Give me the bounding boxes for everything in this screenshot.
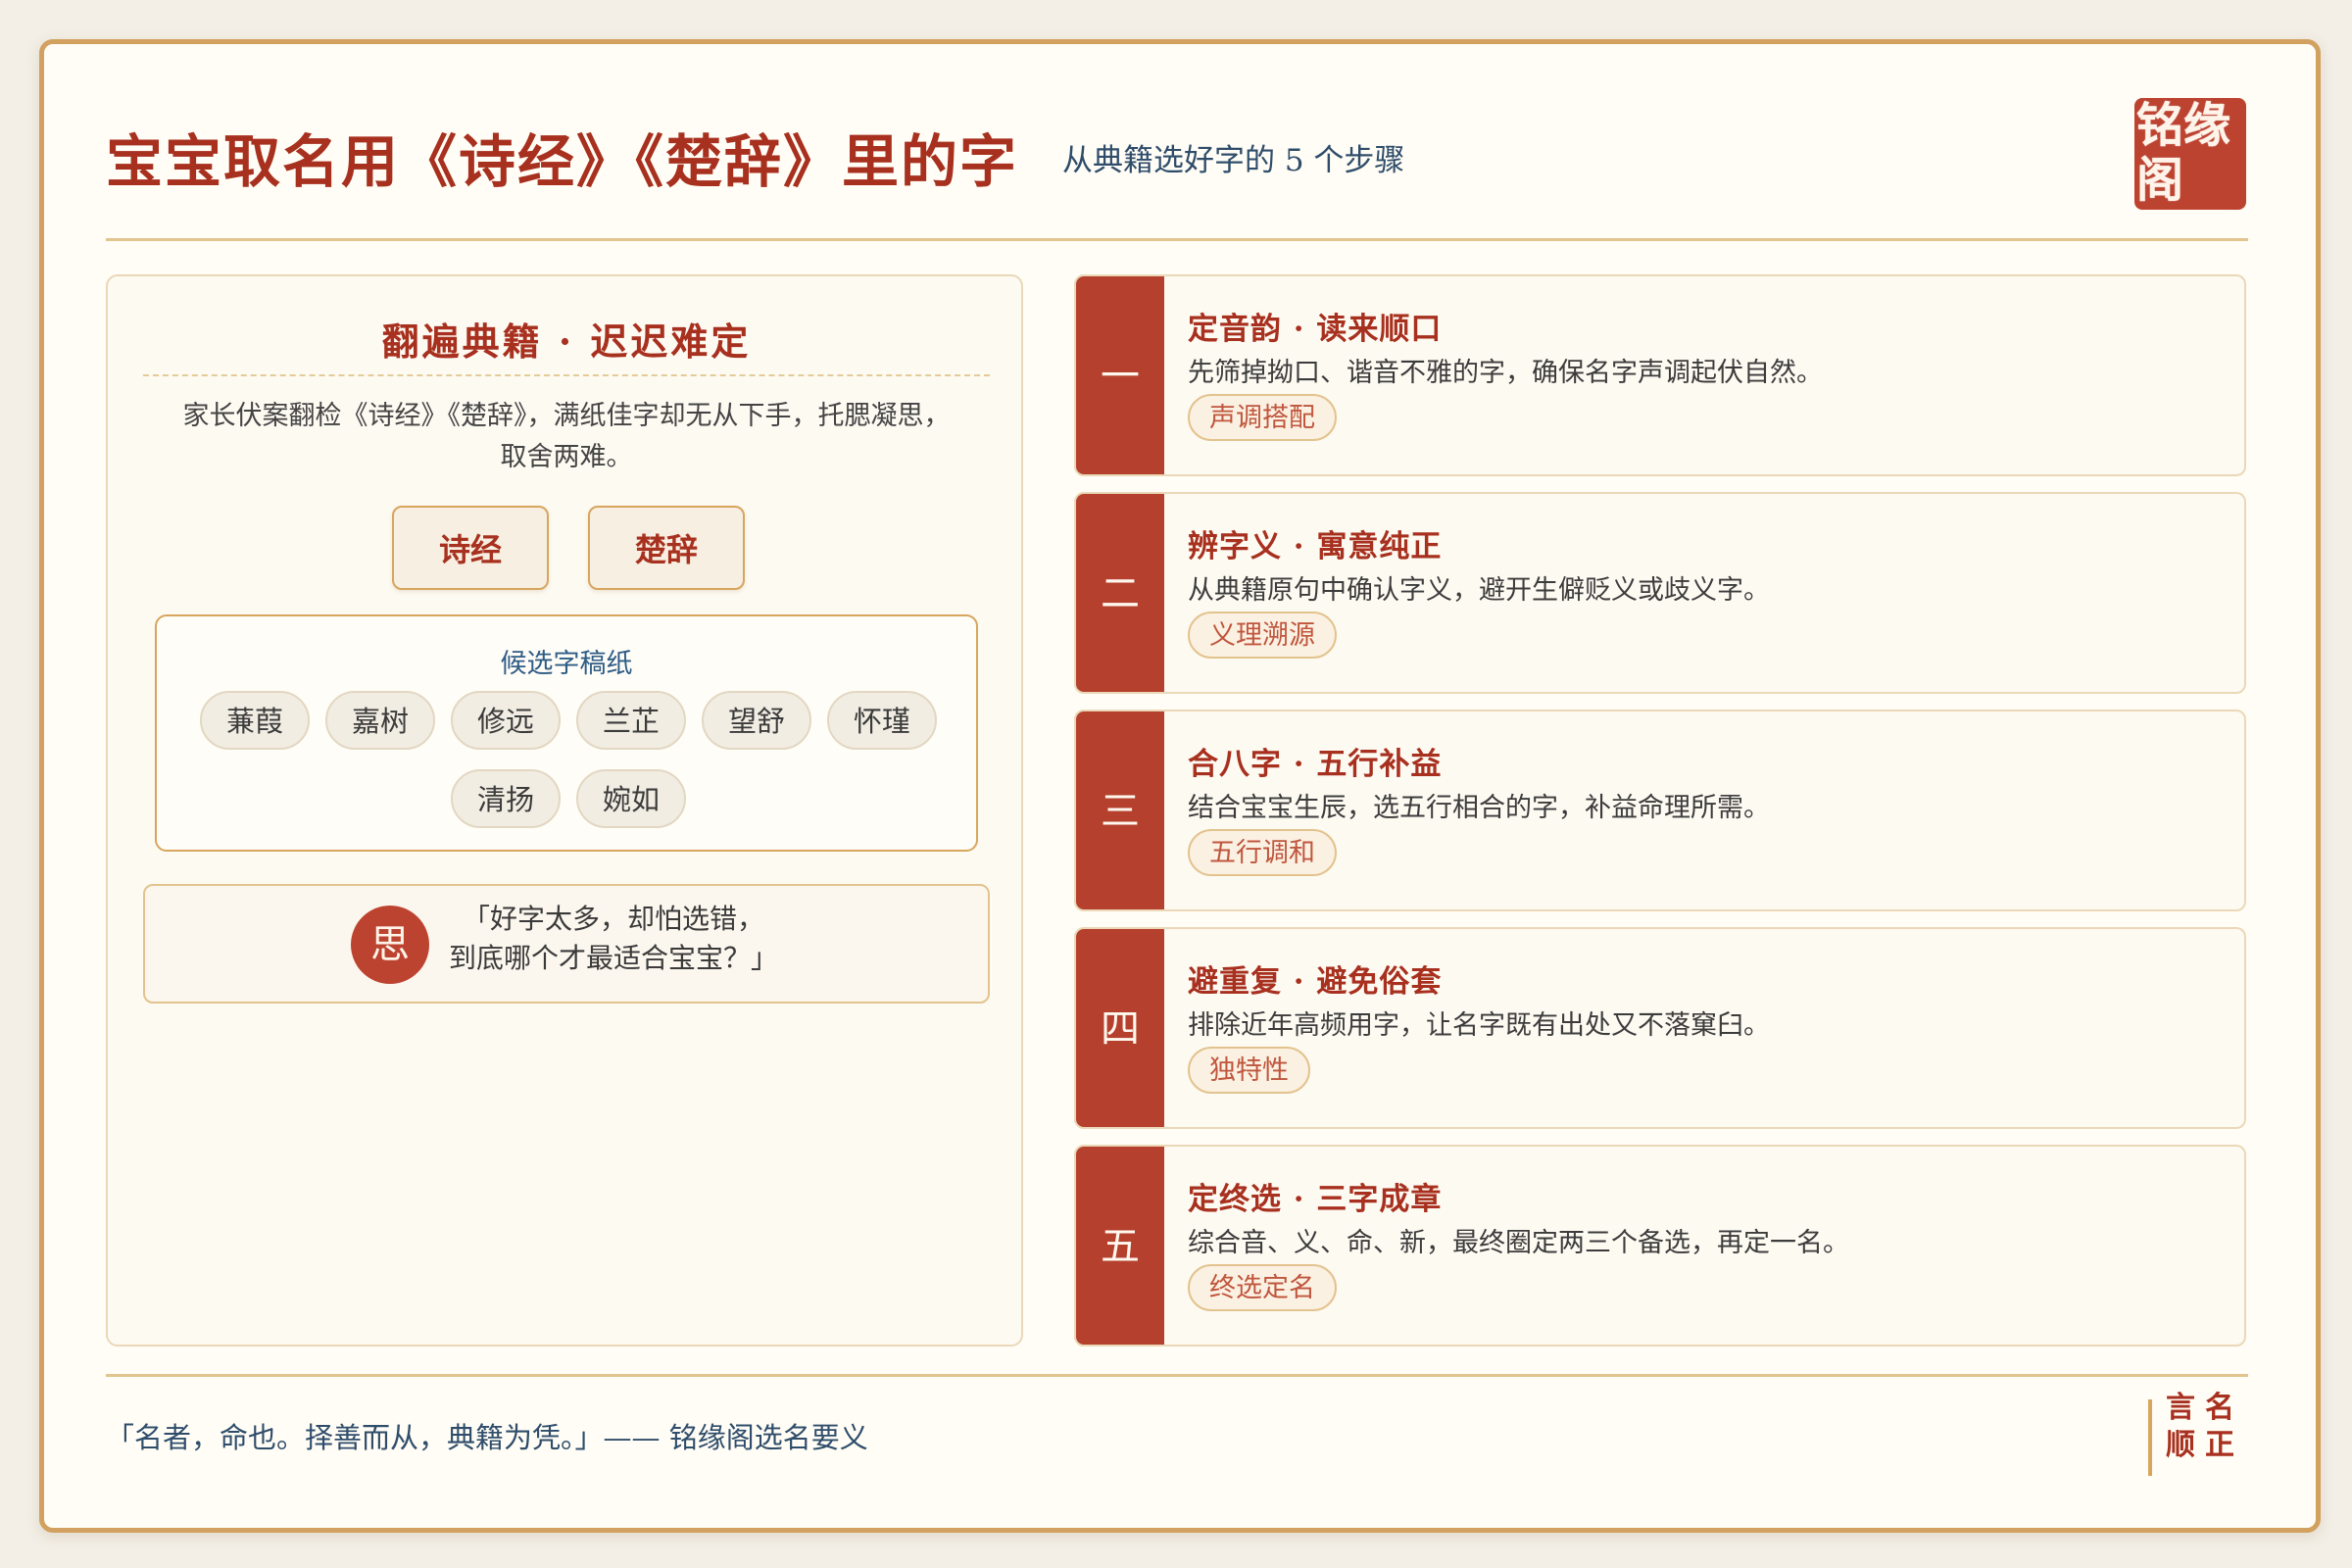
brand-seal: 铭缘阁 xyxy=(2134,98,2246,210)
footer-seal: 言名 顺正 xyxy=(2166,1390,2248,1464)
header-divider xyxy=(106,238,2248,241)
thought-quote-line2: 到底哪个才最适合宝宝？」 xyxy=(449,942,779,974)
step-description: 先筛掉拗口、谐音不雅的字，确保名字声调起伏自然。 xyxy=(1188,358,1823,388)
candidate-chip: 婉如 xyxy=(576,769,686,828)
scene-description-line1: 家长伏案翻检《诗经》《楚辞》，满纸佳字却无从下手，托腮凝思， xyxy=(182,401,951,431)
step-number: 一 xyxy=(1076,276,1164,474)
footer-seal-row1: 言名 xyxy=(2166,1391,2244,1425)
step-number: 四 xyxy=(1076,929,1164,1127)
page-title: 宝宝取名用《诗经》《楚辞》里的字 xyxy=(106,128,1019,195)
step-title: 合八字 · 五行补益 xyxy=(1188,747,1443,782)
step-tag: 五行调和 xyxy=(1188,829,1337,876)
scene-divider xyxy=(143,374,990,376)
scene-title: 翻遍典籍 · 迟迟难定 xyxy=(381,319,752,364)
step-tag: 终选定名 xyxy=(1188,1264,1337,1311)
scene-description-line2: 取舍两难。 xyxy=(500,442,633,472)
draft-title: 候选字稿纸 xyxy=(500,649,633,679)
thinking-icon: 思 xyxy=(351,906,429,984)
step-card-4: 四 避重复 · 避免俗套 排除近年高频用字，让名字既有出处又不落窠臼。 独特性 xyxy=(1074,927,2246,1129)
step-description: 结合宝宝生辰，选五行相合的字，补益命理所需。 xyxy=(1188,793,1770,823)
candidate-chip: 望舒 xyxy=(702,691,811,750)
step-title: 避重复 · 避免俗套 xyxy=(1188,964,1443,1000)
step-description: 综合音、义、命、新，最终圈定两三个备选，再定一名。 xyxy=(1188,1228,1849,1258)
candidate-chip: 蒹葭 xyxy=(200,691,310,750)
step-card-5: 五 定终选 · 三字成章 综合音、义、命、新，最终圈定两三个备选，再定一名。 终… xyxy=(1074,1145,2246,1347)
step-card-3: 三 合八字 · 五行补益 结合宝宝生辰，选五行相合的字，补益命理所需。 五行调和 xyxy=(1074,710,2246,911)
candidate-draft: 候选字稿纸 蒹葭 嘉树 修远 兰芷 望舒 怀瑾 清扬 婉如 xyxy=(155,614,978,852)
footer-seal-row2: 顺正 xyxy=(2166,1428,2244,1462)
step-title: 定终选 · 三字成章 xyxy=(1188,1182,1443,1217)
footer-quote: 「名者，命也。择善而从，典籍为凭。」—— 铭缘阁选名要义 xyxy=(106,1421,868,1454)
book-chuci: 楚辞 xyxy=(588,506,745,590)
footer-divider xyxy=(106,1374,2248,1377)
scene-description: 家长伏案翻检《诗经》《楚辞》，满纸佳字却无从下手，托腮凝思， 取舍两难。 xyxy=(147,396,986,478)
candidate-chip: 怀瑾 xyxy=(827,691,937,750)
candidate-chip: 修远 xyxy=(451,691,561,750)
step-title: 辨字义 · 寓意纯正 xyxy=(1188,529,1443,564)
step-description: 从典籍原句中确认字义，避开生僻贬义或歧义字。 xyxy=(1188,575,1770,606)
step-number: 二 xyxy=(1076,494,1164,692)
book-shijing: 诗经 xyxy=(392,506,549,590)
thought-quote: 「好字太多，却怕选错， 到底哪个才最适合宝宝？」 xyxy=(449,900,778,978)
step-description: 排除近年高频用字，让名字既有出处又不落窠臼。 xyxy=(1188,1010,1770,1041)
step-tag: 独特性 xyxy=(1188,1047,1310,1094)
step-tag: 义理溯源 xyxy=(1188,612,1337,659)
scene-panel: 翻遍典籍 · 迟迟难定 家长伏案翻检《诗经》《楚辞》，满纸佳字却无从下手，托腮凝… xyxy=(106,274,1023,1347)
step-number: 五 xyxy=(1076,1147,1164,1345)
thought-quote-line1: 「好字太多，却怕选错， xyxy=(463,903,765,935)
candidate-chip: 兰芷 xyxy=(576,691,686,750)
footer-accent-bar xyxy=(2148,1399,2152,1476)
step-tag: 声调搭配 xyxy=(1188,394,1337,441)
step-card-2: 二 辨字义 · 寓意纯正 从典籍原句中确认字义，避开生僻贬义或歧义字。 义理溯源 xyxy=(1074,492,2246,694)
page-subtitle: 从典籍选好字的 5 个步骤 xyxy=(1062,143,1405,178)
step-title: 定音韵 · 读来顺口 xyxy=(1188,312,1443,347)
candidate-chip: 清扬 xyxy=(451,769,561,828)
thought-bubble: 思 「好字太多，却怕选错， 到底哪个才最适合宝宝？」 xyxy=(143,884,990,1004)
step-number: 三 xyxy=(1076,711,1164,909)
step-card-1: 一 定音韵 · 读来顺口 先筛掉拗口、谐音不雅的字，确保名字声调起伏自然。 声调… xyxy=(1074,274,2246,476)
candidate-chip: 嘉树 xyxy=(325,691,435,750)
